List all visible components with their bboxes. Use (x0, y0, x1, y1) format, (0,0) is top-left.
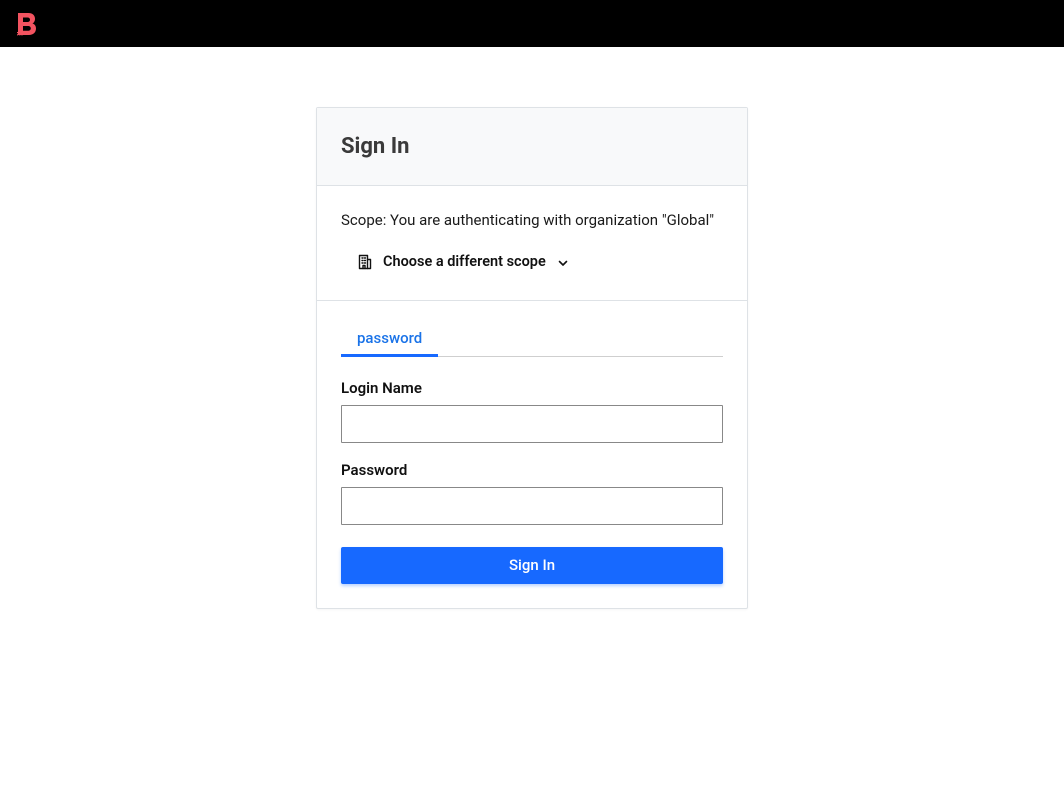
auth-tabs: password (341, 329, 723, 357)
app-header (0, 0, 1064, 47)
scope-section: Scope: You are authenticating with organ… (317, 186, 747, 301)
chevron-down-icon (556, 255, 570, 269)
tab-password[interactable]: password (341, 329, 438, 357)
choose-scope-label: Choose a different scope (383, 253, 546, 270)
login-name-input[interactable] (341, 405, 723, 443)
signin-card: Sign In Scope: You are authenticating wi… (316, 107, 748, 609)
choose-scope-button[interactable]: Choose a different scope (341, 253, 570, 270)
password-group: Password (341, 461, 723, 525)
form-section: password Login Name Password Sign In (317, 301, 747, 608)
password-input[interactable] (341, 487, 723, 525)
signin-button[interactable]: Sign In (341, 547, 723, 584)
building-icon (357, 254, 373, 270)
login-name-group: Login Name (341, 379, 723, 443)
boundary-logo (16, 11, 38, 37)
page-title: Sign In (341, 134, 723, 159)
password-label: Password (341, 461, 723, 479)
main-content: Sign In Scope: You are authenticating wi… (0, 47, 1064, 609)
card-header: Sign In (317, 108, 747, 186)
scope-description: Scope: You are authenticating with organ… (341, 210, 723, 231)
login-name-label: Login Name (341, 379, 723, 397)
signin-form: Login Name Password Sign In (341, 379, 723, 584)
